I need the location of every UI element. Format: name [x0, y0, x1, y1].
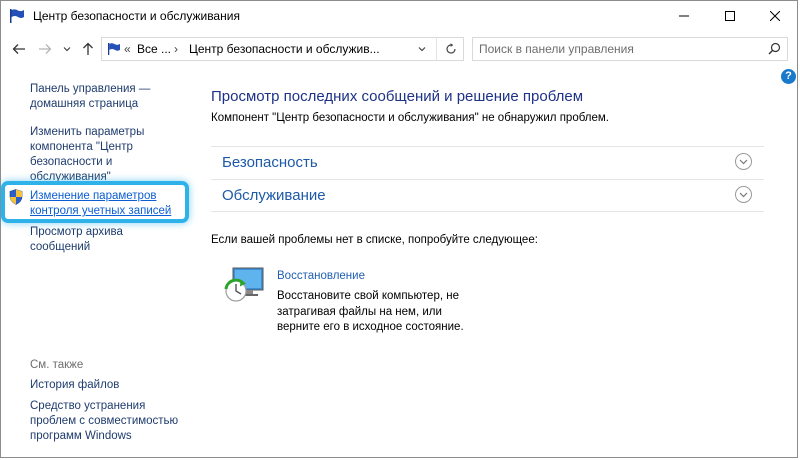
arrow-right-icon [39, 44, 52, 54]
arrow-left-icon [12, 44, 25, 54]
recent-locations-button[interactable] [61, 39, 73, 59]
sidebar-link-change-settings[interactable]: Изменить параметры компонента "Центр без… [30, 125, 180, 185]
security-center-flag-icon [10, 9, 24, 23]
section-maintenance-label[interactable]: Обслуживание [222, 187, 326, 204]
sidebar-link-uac-settings[interactable]: Изменение параметров контроля учетных за… [30, 189, 180, 219]
arrow-up-icon [83, 42, 93, 55]
back-button[interactable] [11, 39, 27, 59]
address-bar[interactable]: « Все ... › Центр безопасности и обслужи… [101, 37, 464, 61]
navigation-bar: « Все ... › Центр безопасности и обслужи… [1, 31, 797, 67]
maximize-button[interactable] [707, 1, 753, 31]
chevron-down-icon [63, 47, 71, 52]
up-button[interactable] [81, 39, 95, 59]
breadcrumb-all[interactable]: Все ... [137, 42, 171, 56]
refresh-button[interactable] [436, 37, 465, 61]
section-security[interactable]: Безопасность [211, 146, 764, 179]
see-also-heading: См. также [30, 359, 84, 371]
section-divider [211, 211, 764, 212]
status-description: Компонент "Центр безопасности и обслужив… [211, 112, 609, 124]
chevron-down-icon [739, 192, 748, 197]
chevron-down-icon [739, 159, 748, 164]
refresh-icon [446, 43, 456, 54]
minimize-button[interactable] [661, 1, 707, 31]
section-maintenance[interactable]: Обслуживание [211, 179, 764, 212]
search-input[interactable] [479, 41, 759, 57]
close-button[interactable] [752, 1, 798, 31]
recovery-link[interactable]: Восстановление [277, 270, 365, 282]
expand-security-button[interactable] [735, 153, 752, 170]
recovery-description: Восстановите свой компьютер, не затрагив… [277, 290, 464, 333]
security-center-flag-icon [108, 43, 120, 55]
minimize-icon [679, 15, 689, 17]
sidebar-link-file-history[interactable]: История файлов [30, 378, 180, 393]
close-icon [770, 11, 780, 21]
page-title: Просмотр последних сообщений и решение п… [211, 88, 584, 105]
sidebar: Панель управления — домашняя страница Из… [1, 67, 196, 459]
overflow-chevron[interactable]: « [124, 42, 131, 56]
recovery-icon[interactable] [221, 265, 267, 305]
title-bar: Центр безопасности и обслуживания [1, 1, 797, 31]
sidebar-link-home[interactable]: Панель управления — домашняя страница [30, 82, 180, 112]
breadcrumb-security-center[interactable]: Центр безопасности и обслужив... [189, 42, 380, 56]
maximize-icon [725, 11, 735, 21]
chevron-down-icon[interactable] [418, 42, 426, 56]
window-title: Центр безопасности и обслуживания [33, 9, 240, 23]
search-box[interactable] [472, 37, 788, 61]
control-panel-window: Центр безопасности и обслуживания « Все … [0, 0, 798, 458]
section-security-label[interactable]: Безопасность [222, 154, 318, 171]
help-icon[interactable]: ? [781, 69, 796, 84]
search-icon[interactable] [768, 42, 781, 55]
troubleshoot-hint: Если вашей проблемы нет в списке, попроб… [211, 234, 538, 246]
uac-shield-icon [9, 189, 23, 205]
sidebar-link-compatibility-troubleshooter[interactable]: Средство устранения проблем с совместимо… [30, 399, 180, 444]
breadcrumb-separator-icon[interactable]: › [174, 42, 178, 56]
expand-maintenance-button[interactable] [735, 186, 752, 203]
sidebar-link-message-archive[interactable]: Просмотр архива сообщений [30, 225, 180, 255]
forward-button[interactable] [37, 39, 53, 59]
